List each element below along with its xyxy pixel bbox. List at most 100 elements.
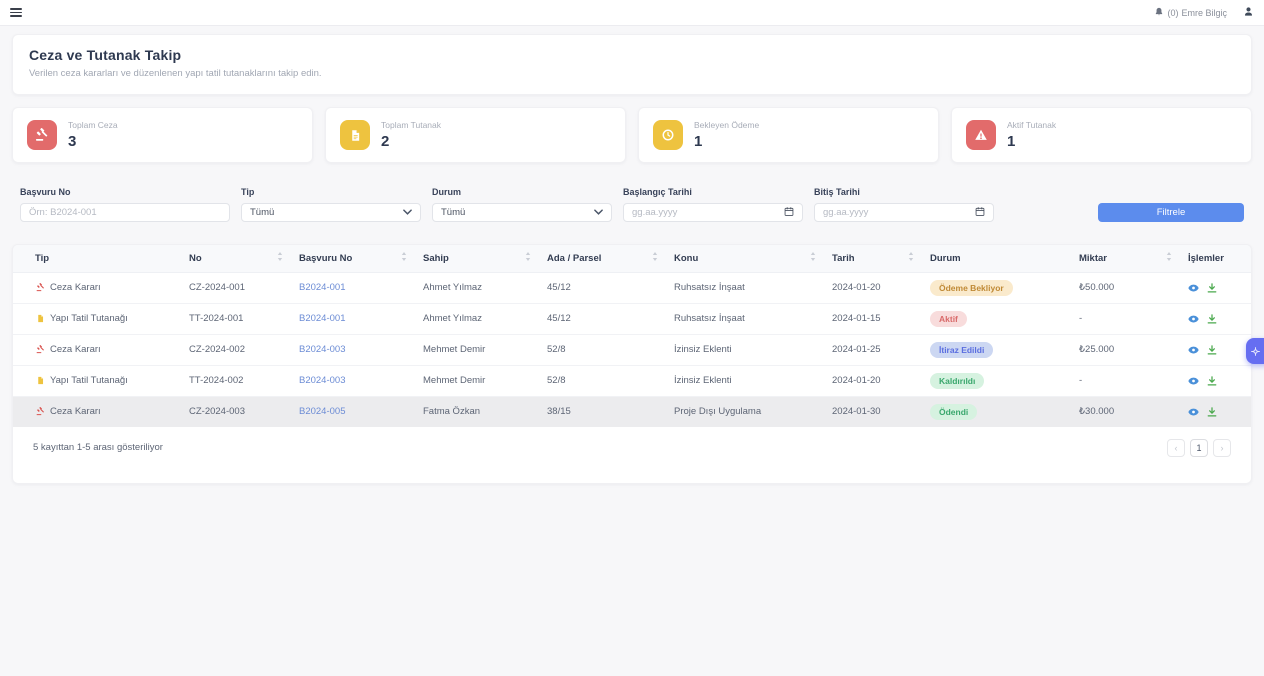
page-header-card: Ceza ve Tutanak Takip Verilen ceza karar… [12,34,1252,95]
row-sahip: Ahmet Yılmaz [415,303,539,334]
col-miktar[interactable]: Miktar [1071,245,1180,272]
durum-select[interactable]: Tümü [432,203,612,222]
records-summary: 5 kayıttan 1-5 arası gösteriliyor [33,442,163,453]
view-button[interactable] [1188,315,1199,323]
row-no: TT-2024-001 [181,303,291,334]
row-miktar: - [1071,365,1180,396]
pagination-prev[interactable]: ‹ [1167,439,1185,457]
filter-label: Başvuru No [20,187,230,197]
filter-button[interactable]: Filtrele [1098,203,1244,222]
view-button[interactable] [1188,284,1199,292]
basvuru-no-input[interactable] [29,207,221,218]
stat-label: Toplam Tutanak [381,120,441,130]
sort-icon[interactable] [652,252,658,264]
col-durum[interactable]: Durum [922,245,1071,272]
table-footer: 5 kayıttan 1-5 arası gösteriliyor ‹ 1 › [13,427,1251,483]
stat-card-toplam-tutanak: Toplam Tutanak 2 [325,107,626,163]
bitis-tarihi-input[interactable] [823,207,975,218]
row-sahip: Fatma Özkan [415,396,539,427]
calendar-icon[interactable] [784,206,794,220]
row-konu: Ruhsatsız İnşaat [666,303,824,334]
download-button[interactable] [1207,314,1217,324]
row-miktar: ₺30.000 [1071,396,1180,427]
row-basvuru-no-link[interactable]: B2024-003 [291,334,415,365]
row-tarih: 2024-01-15 [824,303,922,334]
stat-value: 2 [381,133,441,150]
stat-label: Toplam Ceza [68,120,118,130]
view-button[interactable] [1188,346,1199,354]
table-header-row: Tip No Başvuru No Sahip Ada / Parsel Kon… [13,245,1251,272]
warning-icon [966,120,996,150]
page-subtitle: Verilen ceza kararları ve düzenlenen yap… [29,68,1235,79]
row-tarih: 2024-01-25 [824,334,922,365]
filter-label: Durum [432,187,612,197]
row-type-icon [35,376,45,385]
row-sahip: Ahmet Yılmaz [415,272,539,303]
row-type-icon [35,314,45,323]
calendar-icon[interactable] [975,206,985,220]
download-button[interactable] [1207,283,1217,293]
row-sahip: Mehmet Demir [415,365,539,396]
row-tarih: 2024-01-20 [824,365,922,396]
gavel-icon [27,120,57,150]
sort-icon[interactable] [401,252,407,264]
row-ada-parsel: 45/12 [539,272,666,303]
col-konu[interactable]: Konu [666,245,824,272]
sort-icon[interactable] [810,252,816,264]
row-no: TT-2024-002 [181,365,291,396]
user-icon[interactable] [1243,6,1254,20]
sort-icon[interactable] [908,252,914,264]
baslangic-tarihi-input[interactable] [632,207,784,218]
sort-icon[interactable] [1166,252,1172,264]
notifications[interactable]: (0)Emre Bilgiç [1154,7,1227,19]
view-button[interactable] [1188,408,1199,416]
row-basvuru-no-link[interactable]: B2024-001 [291,303,415,334]
col-no[interactable]: No [181,245,291,272]
col-basvuru-no[interactable]: Başvuru No [291,245,415,272]
pagination-next[interactable]: › [1213,439,1231,457]
filter-basvuru-no: Başvuru No [20,187,230,222]
sort-icon[interactable] [277,252,283,264]
col-islemler: İşlemler [1180,245,1251,272]
row-konu: Ruhsatsız İnşaat [666,272,824,303]
download-button[interactable] [1207,407,1217,417]
table-row: Ceza Kararı CZ-2024-003 B2024-005 Fatma … [13,396,1251,427]
col-tarih[interactable]: Tarih [824,245,922,272]
stat-card-toplam-ceza: Toplam Ceza 3 [12,107,313,163]
filter-label: Başlangıç Tarihi [623,187,803,197]
download-button[interactable] [1207,376,1217,386]
view-button[interactable] [1188,377,1199,385]
row-tarih: 2024-01-20 [824,272,922,303]
stat-card-bekleyen-odeme: Bekleyen Ödeme 1 [638,107,939,163]
table-row: Yapı Tatil Tutanağı TT-2024-002 B2024-00… [13,365,1251,396]
stat-card-aktif-tutanak: Aktif Tutanak 1 [951,107,1252,163]
records-table: Tip No Başvuru No Sahip Ada / Parsel Kon… [13,245,1251,427]
download-button[interactable] [1207,345,1217,355]
user-name: Emre Bilgiç [1181,8,1227,18]
row-basvuru-no-link[interactable]: B2024-003 [291,365,415,396]
stat-value: 1 [694,133,759,150]
row-miktar: ₺50.000 [1071,272,1180,303]
row-basvuru-no-link[interactable]: B2024-005 [291,396,415,427]
col-sahip[interactable]: Sahip [415,245,539,272]
col-ada-parsel[interactable]: Ada / Parsel [539,245,666,272]
menu-icon[interactable] [10,8,22,17]
row-ada-parsel: 45/12 [539,303,666,334]
row-type-icon [35,345,45,354]
records-table-card: Tip No Başvuru No Sahip Ada / Parsel Kon… [12,244,1252,484]
row-no: CZ-2024-001 [181,272,291,303]
pagination-page-1[interactable]: 1 [1190,439,1208,457]
status-badge: Ödendi [930,404,977,420]
row-miktar: ₺25.000 [1071,334,1180,365]
filter-label: Tip [241,187,421,197]
tip-select[interactable]: Tümü [241,203,421,222]
floating-action-button[interactable] [1246,338,1264,364]
sort-icon[interactable] [525,252,531,264]
row-basvuru-no-link[interactable]: B2024-001 [291,272,415,303]
pagination: ‹ 1 › [1167,439,1231,457]
row-sahip: Mehmet Demir [415,334,539,365]
table-body: Ceza Kararı CZ-2024-001 B2024-001 Ahmet … [13,272,1251,427]
row-konu: İzinsiz Eklenti [666,365,824,396]
table-row: Ceza Kararı CZ-2024-002 B2024-003 Mehmet… [13,334,1251,365]
page-title: Ceza ve Tutanak Takip [29,47,1235,63]
